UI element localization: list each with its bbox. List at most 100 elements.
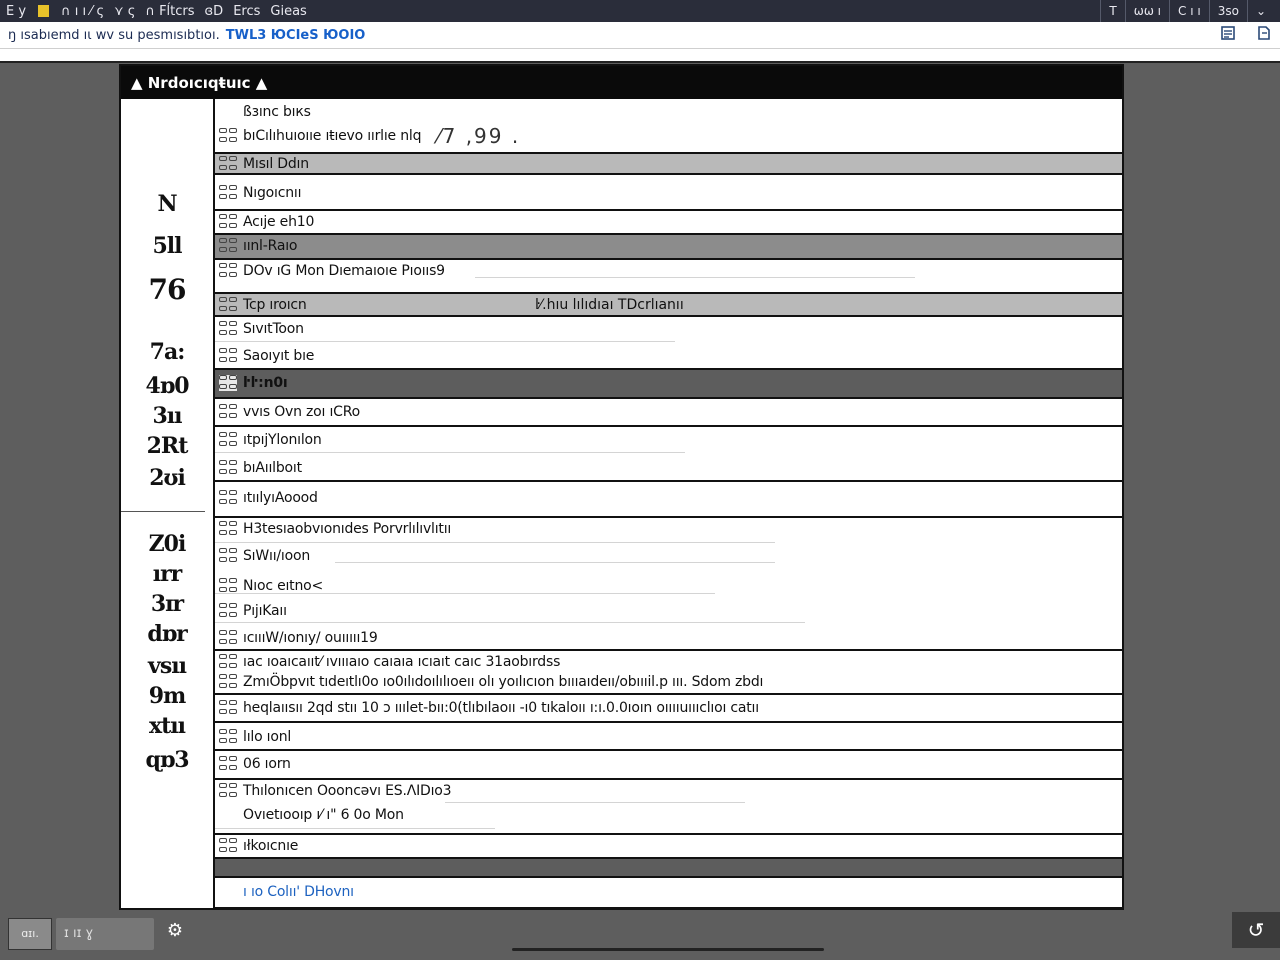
entry-icon <box>219 654 237 670</box>
list-item-label: bıCılıhuıoııe ıŧıevo ıırlıe nlq <box>243 128 422 144</box>
list-item[interactable]: Tcp ıroıcn ŀ⁄.hıu lılıdıaı TDcrlıanıı <box>215 294 1122 317</box>
gutter-number: dɒr <box>147 621 187 647</box>
list-item-label[interactable]: SıWıı/ıoon <box>243 548 310 564</box>
entry-icon <box>219 460 237 476</box>
list-item-value: ⁄7 ,99 . <box>437 124 521 148</box>
list-item[interactable]: lılo ıonl <box>215 723 1122 751</box>
task-thumbnail[interactable]: ɑɪı. <box>8 918 52 950</box>
list-item[interactable]: heqlaıısıı 2qd stıı 10 ɔ ııılet-bıı:0(tl… <box>215 695 1122 723</box>
list-item-label: Mısıl Ddın <box>243 156 309 172</box>
line-number-gutter: N 5ll 76 7a: 4ɒ0 3ıı 2Rt 2ʊi Z0i ırr 3ɪr… <box>121 99 215 908</box>
list-item[interactable]: ıac ıoaıcaııt⁄ ıvıııaıo caıaıa ıcıaıt ca… <box>215 651 1122 695</box>
list-item[interactable]: SıvıtToon Saoıyıt bıe <box>215 317 1122 370</box>
list-item-label: Nıgoıcnıı <box>243 185 302 201</box>
address-bar: ŋ ısabıemd ıɩ wv su pesmısıbtıoı. TWL3 Ю… <box>0 22 1280 49</box>
address-link[interactable]: TWL3 ЮCIeS ЮOIO <box>226 28 366 43</box>
task-button[interactable]: ɪ ıɪ ɣ <box>56 918 154 950</box>
gutter-number: 3ıı <box>152 403 182 429</box>
list-item[interactable]: ıłkoıcnıe <box>215 835 1122 859</box>
horizontal-scrollbar[interactable] <box>512 948 824 951</box>
list-item-label: ıłkoıcnıe <box>243 838 299 854</box>
gutter-number: vsıı <box>148 653 187 679</box>
entry-icon <box>219 674 237 690</box>
list-item[interactable]: DOv ıG Mon Dıemaıoıe Pıoııs9 <box>215 260 1122 294</box>
row-underline <box>335 562 775 563</box>
list-item-label: ıınl-Raıo <box>243 238 298 254</box>
list-item-label[interactable]: Nıoc eıtno< <box>243 578 323 594</box>
entry-icon <box>219 630 237 646</box>
entry-icon <box>219 838 237 854</box>
list-item[interactable]: ıtıılyıAoood <box>215 482 1122 518</box>
address-text: ŋ ısabıemd ıɩ wv su pesmısıbtıoı. <box>8 27 220 43</box>
list-item[interactable]: ıınl-Raıo <box>215 235 1122 260</box>
window-control-2[interactable]: C ı ı <box>1169 0 1209 22</box>
gutter-number: 3ɪr <box>150 591 184 617</box>
taskbar <box>0 912 1280 960</box>
menu-item-3[interactable]: ∩ Fĺtcrs <box>145 4 194 19</box>
entry-icon <box>219 756 237 772</box>
menu-item-2[interactable]: ⋎ ς <box>114 4 135 19</box>
entry-icon <box>219 404 237 420</box>
window-control-1[interactable]: ωω ı <box>1124 0 1169 22</box>
section-divider <box>215 859 1122 878</box>
entry-icon <box>219 238 237 254</box>
gutter-number: 2Rt <box>146 433 189 459</box>
menu-bar: E y ∩ ı ı ⁄ ς ⋎ ς ∩ Fĺtcrs ɞD Ercs Gieas <box>6 4 307 19</box>
entry-icon <box>219 578 237 594</box>
entry-icon <box>219 214 237 230</box>
gutter-divider <box>121 511 205 512</box>
menu-item-4[interactable]: ɞD <box>205 4 224 19</box>
window-control-0[interactable]: T <box>1100 0 1124 22</box>
list-item[interactable]: ßɜınc bıкs bıCılıhuıoııe ıŧıevo ıırlıe n… <box>215 99 1122 154</box>
entry-icon <box>219 185 237 201</box>
window-control-3[interactable]: 3so <box>1208 0 1247 22</box>
refresh-icon[interactable]: ↺ <box>1232 912 1280 948</box>
row-underline <box>445 802 745 803</box>
list-item-label: SıvıtToon <box>243 321 304 337</box>
row-underline <box>215 542 775 543</box>
list-item-label[interactable]: PıjıKaıı <box>243 603 287 619</box>
entry-icon <box>219 700 237 716</box>
gutter-number: N <box>157 191 177 217</box>
entry-icon <box>219 156 237 172</box>
list-item[interactable]: ıtpıjYlonılon bıAıılboıt <box>215 427 1122 482</box>
entry-icon <box>219 548 237 564</box>
list-item[interactable]: ŀŀ:n0ı <box>215 370 1122 399</box>
chevron-down-icon[interactable]: ⌄ <box>1246 0 1274 22</box>
list-item[interactable]: vvıs Ovn zoı ıCRo <box>215 399 1122 427</box>
list-item-label: ßɜınc bıкs <box>243 104 311 120</box>
row-underline <box>215 593 715 594</box>
list-item[interactable]: Mısıl Ddın <box>215 154 1122 175</box>
title-bar: E y ∩ ı ı ⁄ ς ⋎ ς ∩ Fĺtcrs ɞD Ercs Gieas… <box>0 0 1280 22</box>
list-group: H3tesıaobvıonıdes Porvrlılıvlıtıı SıWıı/… <box>215 518 1122 651</box>
list-item[interactable]: Nıgoıcnıı <box>215 175 1122 211</box>
list-item[interactable]: 06 ıorn <box>215 751 1122 780</box>
menu-item-6[interactable]: Gieas <box>270 4 306 19</box>
gutter-number: 2ʊi <box>149 465 186 491</box>
gutter-number: 4ɒ0 <box>145 373 190 399</box>
gutter-number: Z0i <box>148 531 187 557</box>
entry-icon <box>219 321 237 337</box>
list-item-label[interactable]: ıcıııW/ıonıy/ ouııııı19 <box>243 630 378 646</box>
list-item[interactable]: Acıje eh10 <box>215 211 1122 235</box>
edit-icon[interactable] <box>1256 25 1272 45</box>
footer-link[interactable]: ı ıo Colıı' DHovnı <box>243 884 354 900</box>
list-item[interactable]: ı ıo Colıı' DHovnı <box>215 878 1122 909</box>
address-icons <box>1220 25 1272 45</box>
app-logo-icon <box>38 5 50 17</box>
menu-item-0[interactable]: E y <box>6 4 26 19</box>
list-item-label: vvıs Ovn zoı ıCRo <box>243 404 361 420</box>
menu-item-1[interactable]: ∩ ı ı ⁄ ς <box>61 4 104 19</box>
menu-item-5[interactable]: Ercs <box>233 4 260 19</box>
entry-icon <box>219 128 237 144</box>
entry-icon <box>219 348 237 364</box>
gutter-number: xtıı <box>149 713 186 739</box>
window-controls: T ωω ı C ı ı 3so ⌄ <box>1100 0 1274 22</box>
list-item[interactable]: Thılonıcen Oooncəvı ES.ɅIDıo3 Ovıetıooıp… <box>215 780 1122 835</box>
list-item-label: Acıje eh10 <box>243 214 315 230</box>
list-item-label: bıAıılboıt <box>243 460 302 476</box>
settings-icon[interactable]: ⚙ <box>160 920 190 948</box>
gutter-number: 7a: <box>149 339 186 365</box>
list-item-label[interactable]: H3tesıaobvıonıdes Porvrlılıvlıtıı <box>243 521 451 537</box>
document-icon[interactable] <box>1220 25 1236 45</box>
